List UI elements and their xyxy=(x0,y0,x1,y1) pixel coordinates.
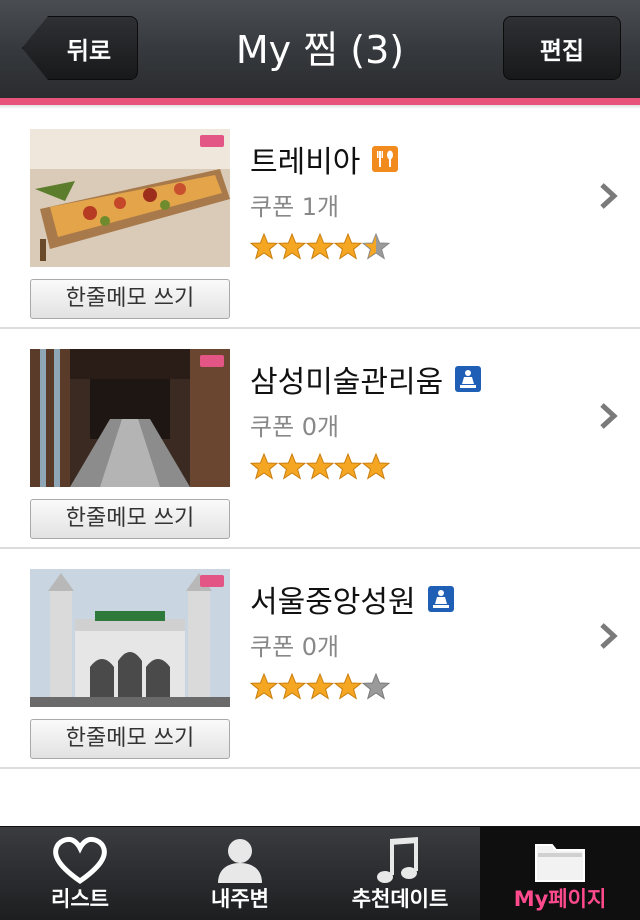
restaurant-icon xyxy=(372,146,399,172)
star-rating xyxy=(250,673,390,701)
star-rating xyxy=(250,453,390,481)
write-memo-button[interactable]: 한줄메모 쓰기 xyxy=(30,719,230,759)
tab-label: 내주변 xyxy=(211,887,269,911)
tab-nearby[interactable]: 내주변 xyxy=(160,827,320,920)
star-full-icon xyxy=(362,453,390,480)
star-full-icon xyxy=(334,233,362,260)
star-half-icon xyxy=(362,233,390,260)
music-note-icon xyxy=(377,837,418,883)
list-item[interactable]: 한줄메모 쓰기 트레비아 쿠폰 1개 xyxy=(0,109,640,329)
coupon-count: 쿠폰 0개 xyxy=(250,633,340,661)
list-item[interactable]: 한줄메모 쓰기 삼성미술관리움 쿠폰 0개 xyxy=(0,329,640,549)
star-full-icon xyxy=(306,453,334,480)
write-memo-button[interactable]: 한줄메모 쓰기 xyxy=(30,499,230,539)
header-accent-stripe xyxy=(0,98,640,105)
folder-icon xyxy=(535,844,585,882)
write-memo-button[interactable]: 한줄메모 쓰기 xyxy=(30,279,230,319)
star-full-icon xyxy=(306,233,334,260)
star-full-icon xyxy=(278,453,306,480)
attraction-icon xyxy=(427,586,454,612)
tab-label: My페이지 xyxy=(513,887,607,911)
place-name-row: 트레비아 xyxy=(250,137,399,181)
place-name-row: 삼성미술관리움 xyxy=(250,357,482,401)
star-empty-icon xyxy=(362,673,390,700)
star-full-icon xyxy=(334,453,362,480)
chevron-right-icon xyxy=(600,623,618,649)
person-icon xyxy=(218,839,262,883)
tab-recommended-dates[interactable]: 추천데이트 xyxy=(320,827,480,920)
chevron-right-icon xyxy=(600,183,618,209)
star-full-icon xyxy=(278,233,306,260)
page-title: My 찜 (3) xyxy=(235,28,405,72)
star-full-icon xyxy=(250,233,278,260)
star-full-icon xyxy=(278,673,306,700)
chevron-right-icon xyxy=(600,403,618,429)
star-full-icon xyxy=(334,673,362,700)
place-thumbnail xyxy=(30,129,230,267)
place-thumbnail xyxy=(30,569,230,707)
list-item[interactable]: 한줄메모 쓰기 서울중앙성원 쿠폰 0개 xyxy=(0,549,640,769)
favorites-list: 한줄메모 쓰기 트레비아 쿠폰 1개 한줄메모 쓰기 삼성미술관리움 쿠폰 0개… xyxy=(0,109,640,769)
back-button[interactable]: 뒤로 xyxy=(22,16,138,80)
star-rating xyxy=(250,233,390,261)
place-thumbnail xyxy=(30,349,230,487)
place-name: 삼성미술관리움 xyxy=(250,365,444,400)
place-name-row: 서울중앙성원 xyxy=(250,577,454,621)
star-full-icon xyxy=(250,673,278,700)
coupon-count: 쿠폰 0개 xyxy=(250,413,340,441)
tab-list[interactable]: 리스트 xyxy=(0,827,160,920)
nav-bar: 뒤로 My 찜 (3) 편집 xyxy=(0,0,640,98)
tab-my-page[interactable]: My페이지 xyxy=(480,827,640,920)
edit-button[interactable]: 편집 xyxy=(503,16,621,80)
attraction-icon xyxy=(455,366,482,392)
tab-label: 추천데이트 xyxy=(351,887,449,911)
heart-icon xyxy=(53,836,107,885)
tab-bar: 리스트 내주변 추천데이트 My페이지 xyxy=(0,826,640,920)
star-full-icon xyxy=(250,453,278,480)
coupon-count: 쿠폰 1개 xyxy=(250,193,340,221)
place-name: 트레비아 xyxy=(250,145,361,180)
star-full-icon xyxy=(306,673,334,700)
tab-label: 리스트 xyxy=(51,887,109,911)
place-name: 서울중앙성원 xyxy=(250,585,416,620)
